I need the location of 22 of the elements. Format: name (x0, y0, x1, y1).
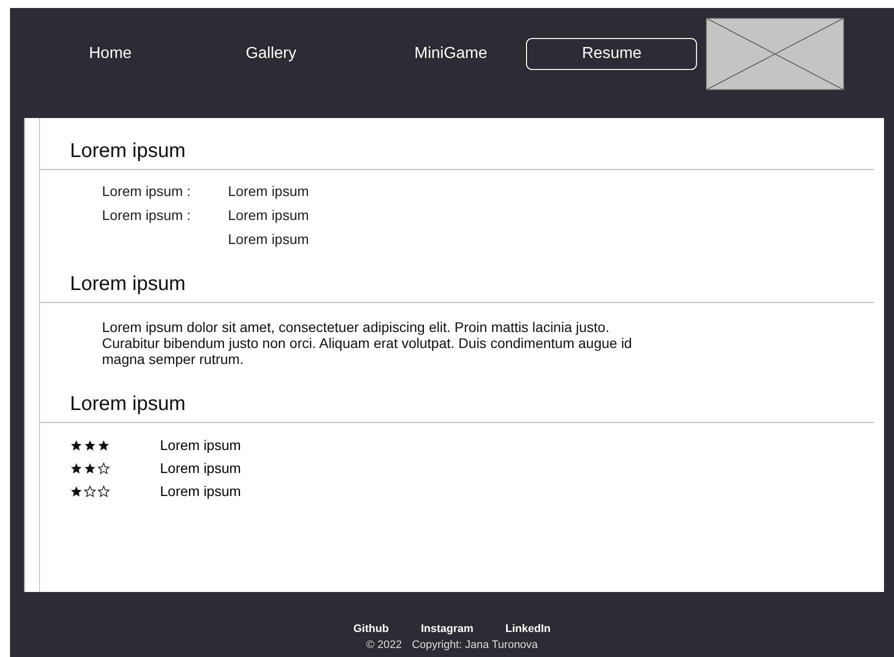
skill-label: Lorem ipsum (160, 483, 241, 499)
nav-link[interactable]: Gallery (244, 38, 298, 70)
detail-value: Lorem ipsum (228, 207, 310, 223)
nav-link[interactable]: Home (88, 38, 133, 70)
nav-link[interactable]: Resume (526, 38, 698, 70)
skill-label: Lorem ipsum (160, 460, 241, 476)
detail-value: Lorem ipsum (228, 183, 310, 199)
detail-label: Lorem ipsum : (102, 207, 192, 223)
nav-link[interactable]: MiniGame (413, 38, 488, 70)
section-title: Lorem ipsum (70, 140, 187, 164)
section-title: Lorem ipsum (70, 393, 187, 417)
footer-link[interactable]: LinkedIn (505, 623, 551, 635)
skill-label: Lorem ipsum (160, 437, 241, 453)
copyright-text: Copyright: Jana Turonova (412, 639, 538, 651)
detail-label: Lorem ipsum : (102, 183, 192, 199)
footer-link[interactable]: Instagram (420, 623, 474, 635)
copyright-year: © 2022 (366, 639, 402, 651)
detail-value: Lorem ipsum (228, 231, 310, 247)
image-placeholder-icon (706, 18, 844, 90)
section-title: Lorem ipsum (70, 273, 187, 297)
paragraph: Lorem ipsum dolor sit amet, consectetuer adipiscing elit. Proin mattis lacinia justo. Curabitur bibendum justo non orci. Aliquam erat volutpat. Duis condimentum augue id magna semper rutrum. (102, 319, 633, 367)
footer-link[interactable]: Github (353, 623, 389, 635)
